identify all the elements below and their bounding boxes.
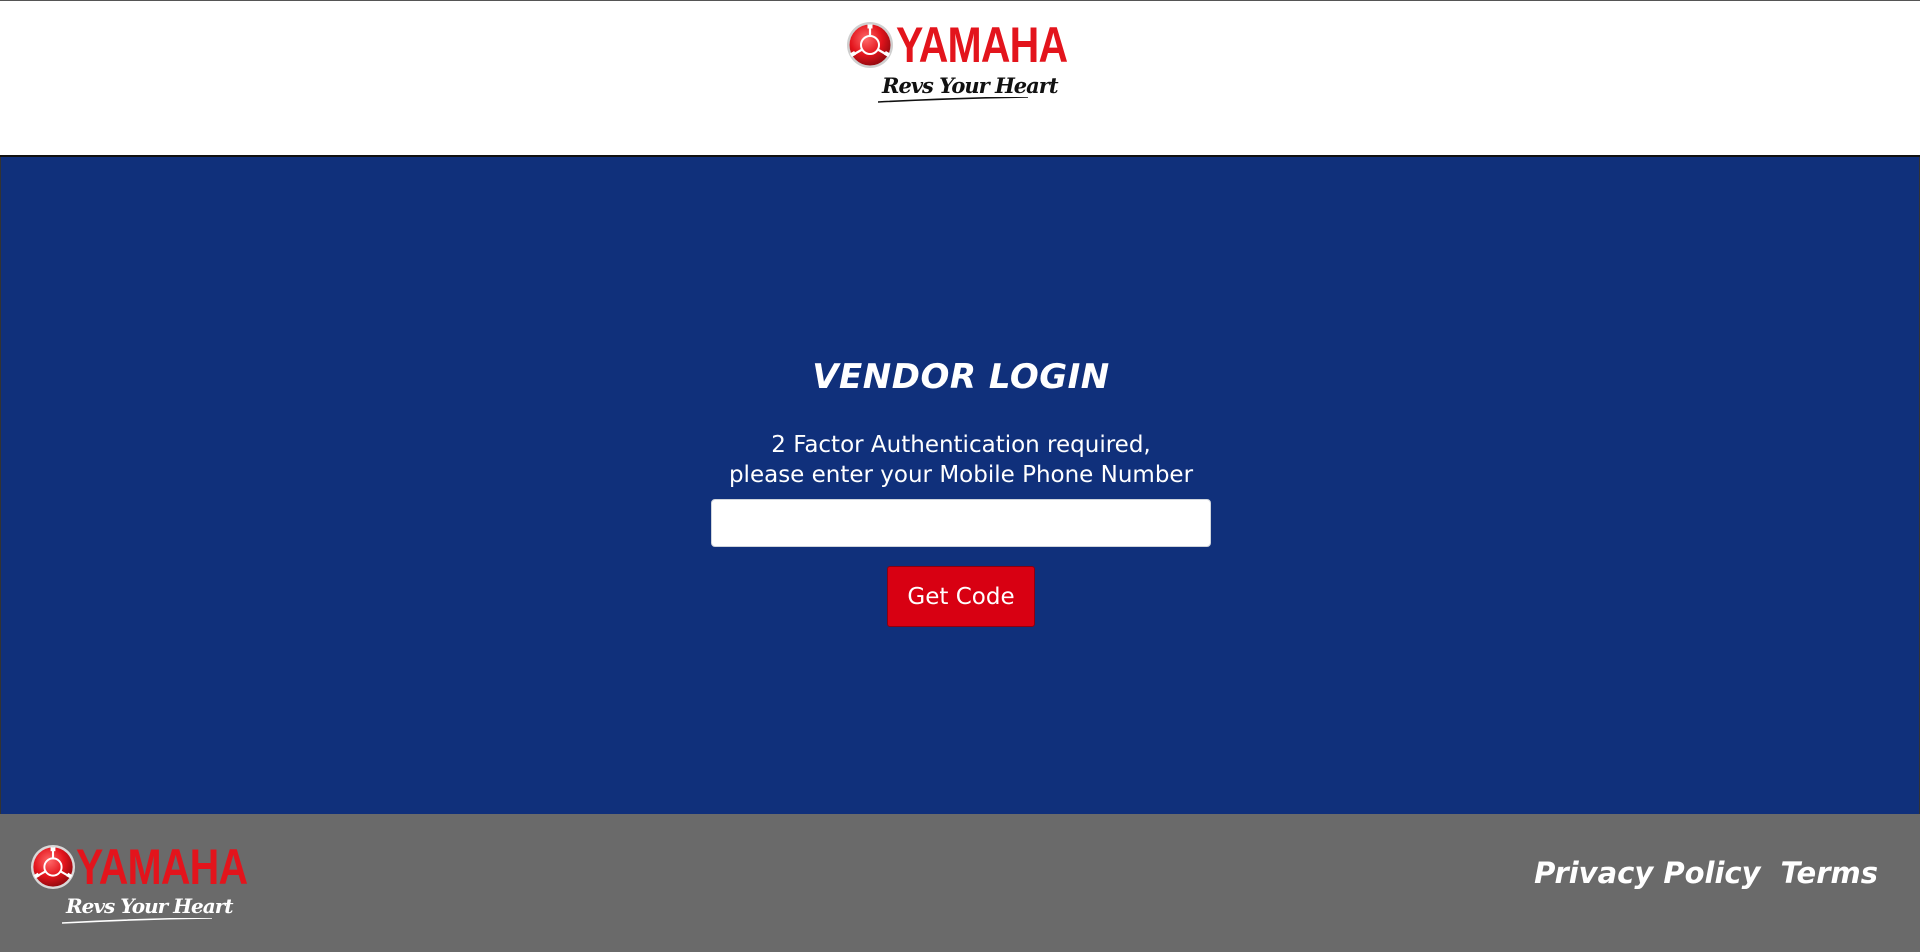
footer-tagline-underline (62, 918, 212, 924)
privacy-policy-link[interactable]: Privacy Policy (1534, 856, 1760, 890)
mobile-phone-input[interactable] (711, 499, 1211, 547)
site-header: YAMAHA Revs Your Heart (0, 1, 1920, 157)
page-title: VENDOR LOGIN (812, 357, 1110, 397)
footer-logo-tagline: Revs Your Heart (66, 894, 233, 918)
yamaha-logo[interactable]: YAMAHA Revs Your Heart (846, 17, 1086, 103)
get-code-button[interactable]: Get Code (887, 566, 1035, 627)
page: YAMAHA Revs Your Heart VENDOR LOGIN 2 Fa… (0, 0, 1920, 952)
site-footer: YAMAHA Revs Your Heart Privacy Policy Te… (0, 814, 1920, 952)
yamaha-tuning-fork-emblem-icon (847, 22, 893, 68)
footer-nav: Privacy Policy Terms (1534, 856, 1878, 890)
footer-yamaha-logo[interactable]: YAMAHA Revs Your Heart (30, 839, 260, 924)
footer-yamaha-wordmark: YAMAHA (76, 839, 248, 895)
yamaha-tuning-fork-emblem-icon (30, 844, 76, 890)
instructions-line-1: 2 Factor Authentication required, (771, 432, 1151, 458)
instructions-text: 2 Factor Authentication required, please… (1, 430, 1920, 490)
yamaha-wordmark: YAMAHA (896, 17, 1068, 73)
instructions-line-2: please enter your Mobile Phone Number (728, 462, 1194, 488)
logo-tagline: Revs Your Heart (882, 73, 1059, 98)
login-section: VENDOR LOGIN 2 Factor Authentication req… (0, 157, 1920, 814)
terms-link[interactable]: Terms (1781, 856, 1879, 890)
tagline-underline (878, 97, 1028, 103)
